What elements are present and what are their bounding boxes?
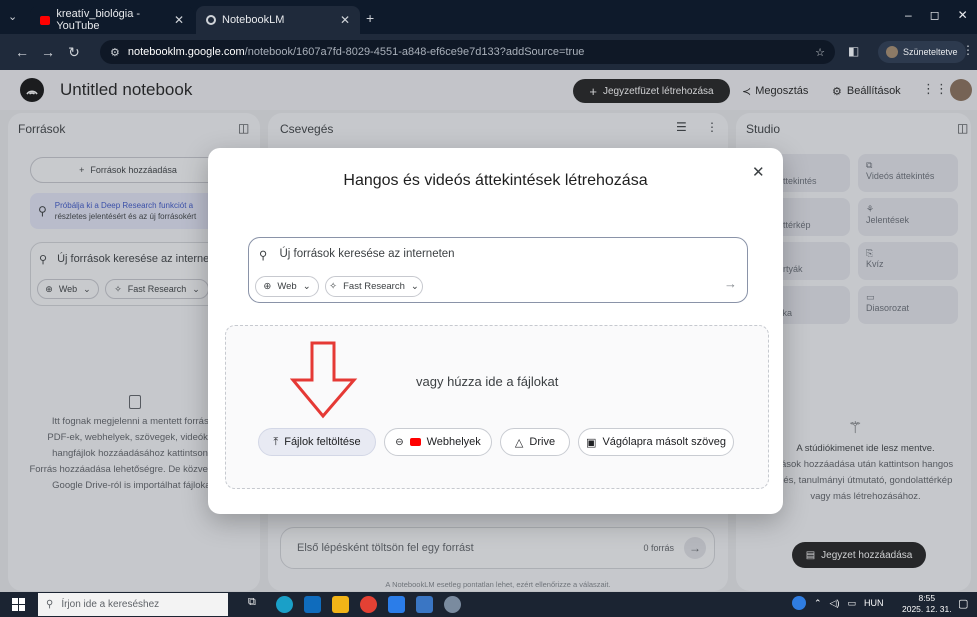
tab-youtube[interactable]: kreatív_biológia - YouTube ✕ bbox=[30, 6, 194, 34]
websites-button[interactable]: ⊖ Webhelyek bbox=[384, 428, 492, 456]
url-field[interactable]: ⚙ notebooklm.google.com /notebook/1607a7… bbox=[100, 40, 835, 64]
system-tray: ⌃ ◁) ▭ HUN bbox=[792, 596, 883, 610]
web-dropdown[interactable]: ⊕ Web ⌄ bbox=[255, 276, 319, 297]
edge-icon[interactable] bbox=[276, 596, 293, 613]
site-info-icon[interactable]: ⚙ bbox=[110, 46, 120, 59]
browser-menu-icon[interactable]: ⋮ bbox=[962, 43, 974, 57]
paint-icon[interactable] bbox=[444, 596, 461, 613]
dialog-search-input[interactable]: Új források keresése az interneten bbox=[279, 248, 454, 262]
drop-zone-text: vagy húzza ide a fájlokat bbox=[416, 374, 559, 389]
extensions-icon[interactable]: ◧ bbox=[848, 44, 859, 58]
youtube-icon bbox=[40, 15, 51, 25]
tab-search-icon[interactable]: ⌄ bbox=[8, 10, 17, 23]
help-icon[interactable] bbox=[792, 596, 806, 610]
close-tab-icon[interactable]: ✕ bbox=[340, 13, 350, 27]
outlook-icon[interactable] bbox=[304, 596, 321, 613]
volume-icon[interactable]: ◁) bbox=[830, 598, 840, 609]
dialog-search-box[interactable]: ⚲ Új források keresése az interneten ⊕ We… bbox=[248, 237, 748, 303]
back-icon[interactable]: ← bbox=[12, 42, 32, 62]
restore-icon[interactable]: ◻ bbox=[930, 8, 940, 22]
minimize-icon[interactable]: – bbox=[905, 8, 912, 22]
submit-arrow-icon[interactable]: → bbox=[724, 276, 737, 291]
link-icon: ⊖ bbox=[395, 436, 404, 448]
red-arrow-annotation bbox=[290, 341, 358, 419]
upload-files-button[interactable]: ⤒ Fájlok feltöltése bbox=[258, 428, 376, 456]
notification-icon[interactable]: ▢ bbox=[958, 597, 968, 610]
windows-start-icon[interactable] bbox=[12, 598, 25, 611]
globe-icon: ⊕ bbox=[263, 281, 272, 292]
youtube-icon bbox=[409, 438, 421, 446]
tab-notebooklm[interactable]: NotebookLM ✕ bbox=[196, 6, 360, 34]
clipboard-icon: ▣ bbox=[586, 436, 597, 449]
network-icon[interactable]: ▭ bbox=[847, 598, 856, 609]
research-mode-dropdown[interactable]: ✧ Fast Research ⌄ bbox=[325, 276, 423, 297]
close-window-icon[interactable]: ✕ bbox=[958, 8, 968, 22]
task-view-icon[interactable]: ⧉ bbox=[248, 596, 256, 609]
notebooklm-icon bbox=[206, 15, 216, 25]
profile-button[interactable]: Szüneteltetve bbox=[878, 41, 966, 63]
url-host: notebooklm.google.com bbox=[127, 46, 245, 58]
drive-icon: △ bbox=[514, 436, 524, 449]
close-tab-icon[interactable]: ✕ bbox=[174, 13, 184, 27]
tab-title: kreatív_biológia - YouTube bbox=[56, 8, 141, 32]
app-icon[interactable] bbox=[416, 596, 433, 613]
chevron-down-icon: ⌄ bbox=[302, 281, 311, 292]
drive-button[interactable]: △ Drive bbox=[500, 428, 570, 456]
avatar bbox=[886, 46, 898, 58]
tab-title: NotebookLM bbox=[222, 14, 285, 26]
store-icon[interactable] bbox=[388, 596, 405, 613]
taskbar-search-input[interactable]: Írjon ide a kereséshez bbox=[61, 599, 159, 610]
search-icon: ⚲ bbox=[46, 599, 54, 610]
reload-icon[interactable]: ↻ bbox=[64, 42, 84, 62]
bookmark-star-icon[interactable]: ☆ bbox=[815, 46, 825, 59]
taskbar-search[interactable]: ⚲ Írjon ide a kereséshez bbox=[38, 593, 228, 616]
upload-icon: ⤒ bbox=[273, 435, 279, 448]
clock[interactable]: 8:55 2025. 12. 31. bbox=[902, 593, 952, 615]
dialog-title: Hangos és videós áttekintések létrehozás… bbox=[343, 172, 648, 189]
chrome-icon[interactable] bbox=[360, 596, 377, 613]
chevron-up-icon[interactable]: ⌃ bbox=[814, 598, 822, 609]
file-explorer-icon[interactable] bbox=[332, 596, 349, 613]
language-indicator[interactable]: HUN bbox=[864, 598, 884, 608]
close-icon[interactable]: ✕ bbox=[752, 163, 765, 181]
forward-icon[interactable]: → bbox=[38, 42, 58, 62]
url-path: /notebook/1607a7fd-8029-4551-a848-ef6ce9… bbox=[244, 46, 585, 58]
sparkle-icon: ✧ bbox=[329, 281, 338, 292]
window-controls: – ◻ ✕ bbox=[905, 8, 968, 22]
clipboard-text-button[interactable]: ▣ Vágólapra másolt szöveg bbox=[578, 428, 734, 456]
chevron-down-icon: ⌄ bbox=[410, 281, 419, 292]
new-tab-icon[interactable]: + bbox=[366, 10, 374, 26]
search-icon: ⚲ bbox=[259, 250, 268, 262]
